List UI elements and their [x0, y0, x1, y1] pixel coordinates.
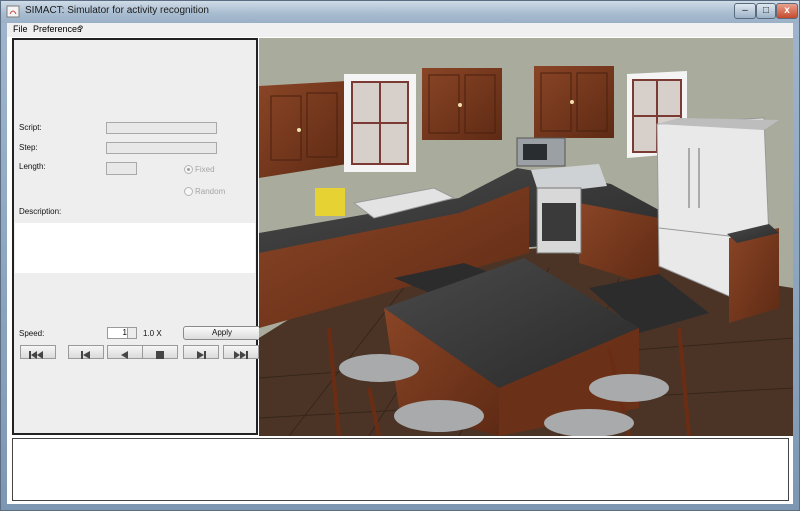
- last-button[interactable]: [223, 345, 259, 359]
- description-area[interactable]: [15, 223, 255, 273]
- close-button[interactable]: x: [776, 3, 798, 19]
- spinner-arrows[interactable]: [127, 328, 136, 338]
- first-button[interactable]: [20, 345, 56, 359]
- speed-label: Speed:: [19, 329, 45, 338]
- speed-multiplier: 1.0 X: [143, 329, 162, 338]
- menu-bar: File Preferences ?: [7, 23, 793, 37]
- stop-icon: [156, 351, 164, 359]
- step-back-button[interactable]: [68, 345, 104, 359]
- script-label: Script:: [19, 123, 42, 132]
- step-back-icon: [81, 351, 90, 359]
- minimize-button[interactable]: –: [734, 3, 756, 19]
- menu-file[interactable]: File: [13, 24, 28, 34]
- title-bar[interactable]: SIMACT: Simulator for activity recogniti…: [1, 1, 799, 23]
- app-window: SIMACT: Simulator for activity recogniti…: [0, 0, 800, 511]
- output-area[interactable]: [12, 438, 789, 501]
- control-panel: Script: Step: Length: Fixed Random Descr…: [12, 38, 261, 435]
- java-app-icon: [6, 5, 20, 18]
- window-title: SIMACT: Simulator for activity recogniti…: [25, 5, 209, 16]
- kitchen-scene: [259, 38, 793, 436]
- 3d-kitchen-view[interactable]: [259, 38, 793, 436]
- length-field[interactable]: [106, 162, 137, 175]
- speed-spinner[interactable]: 1: [107, 327, 137, 339]
- first-icon: [29, 351, 43, 359]
- script-field[interactable]: [106, 122, 217, 134]
- dish-rack: [315, 188, 345, 216]
- apply-button[interactable]: Apply: [183, 326, 261, 340]
- step-label: Step:: [19, 143, 38, 152]
- play-icon: [197, 351, 206, 359]
- client-area: Script: Step: Length: Fixed Random Descr…: [7, 37, 793, 504]
- fixed-label: Fixed: [195, 165, 215, 174]
- description-label: Description:: [19, 207, 62, 216]
- stop-button[interactable]: [142, 345, 178, 359]
- fixed-radio[interactable]: [184, 165, 193, 174]
- step-field[interactable]: [106, 142, 217, 154]
- random-radio[interactable]: [184, 187, 193, 196]
- maximize-button[interactable]: □: [756, 3, 776, 19]
- play-back-button[interactable]: [107, 345, 143, 359]
- last-icon: [234, 351, 248, 359]
- play-button[interactable]: [183, 345, 219, 359]
- play-back-icon: [121, 351, 128, 359]
- menu-preferences[interactable]: Preferences: [33, 24, 82, 34]
- menu-help[interactable]: ?: [78, 24, 83, 34]
- random-label: Random: [195, 187, 226, 196]
- length-label: Length:: [19, 162, 46, 171]
